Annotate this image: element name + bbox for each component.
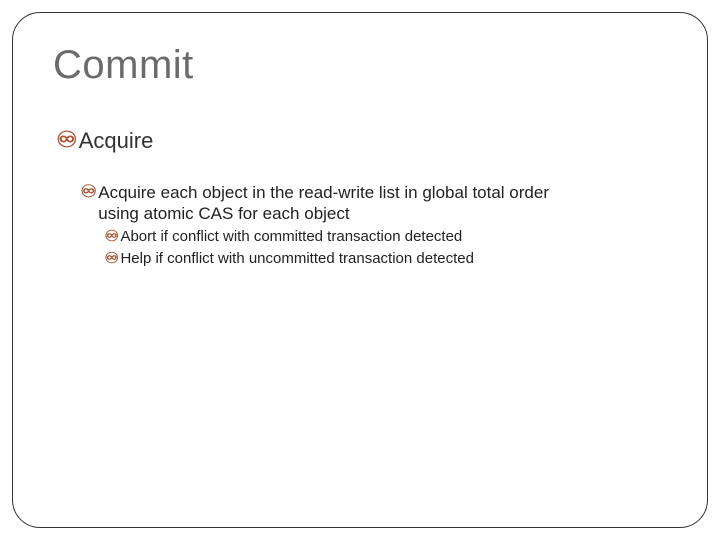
bullet-level2-line2: using atomic CAS for each object [98, 203, 549, 224]
bullet-level2-line1: Acquire each object in the read-write li… [98, 183, 549, 202]
bullet-marker-icon: ♾ [105, 228, 118, 246]
slide-title: Commit [53, 43, 667, 88]
slide-frame: Commit ♾ Acquire ♾ Acquire each object i… [12, 12, 708, 528]
bullet-marker-icon: ♾ [57, 128, 77, 152]
bullet-level2: ♾ Acquire each object in the read-write … [81, 182, 667, 224]
bullet-level3-text: Abort if conflict with committed transac… [120, 228, 462, 246]
bullet-level3-text: Help if conflict with uncommitted transa… [120, 250, 474, 268]
bullet-level2-text: Acquire each object in the read-write li… [98, 182, 549, 224]
bullet-marker-icon: ♾ [81, 182, 96, 202]
bullet-level3: ♾ Help if conflict with uncommitted tran… [105, 250, 667, 268]
bullet-level3: ♾ Abort if conflict with committed trans… [105, 228, 667, 246]
bullet-marker-icon: ♾ [105, 250, 118, 268]
bullet-level1-text: Acquire [79, 128, 154, 154]
bullet-level1: ♾ Acquire [57, 128, 667, 154]
